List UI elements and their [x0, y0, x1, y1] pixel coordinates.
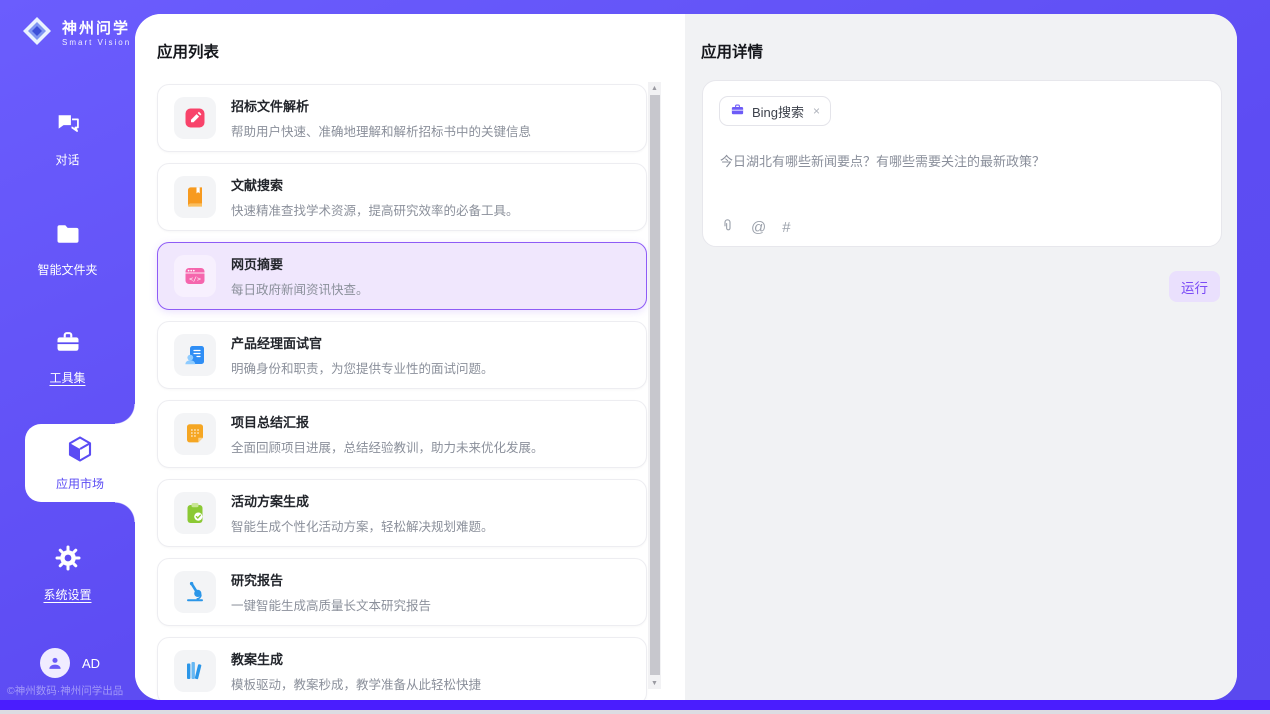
app-description: 每日政府新闻资讯快查。	[231, 279, 369, 298]
tool-chip-label: Bing搜索	[752, 102, 804, 121]
app-description: 智能生成个性化活动方案，轻松解决规划难题。	[231, 516, 494, 535]
briefcase-icon	[730, 102, 745, 120]
folder-icon	[53, 220, 83, 253]
app-card[interactable]: 项目总结汇报 全面回顾项目进展，总结经验教训，助力未来优化发展。	[157, 400, 647, 468]
app-name: 文献搜索	[231, 175, 519, 194]
brand-logo: 神州问学 Smart Vision	[20, 14, 131, 53]
query-text[interactable]: 今日湖北有哪些新闻要点？有哪些需要关注的最新政策？	[720, 151, 1206, 170]
tool-chip[interactable]: Bing搜索 ×	[719, 96, 831, 126]
sidebar-item-app-market[interactable]: 应用市场	[25, 424, 135, 502]
book-icon	[174, 176, 216, 218]
app-card[interactable]: 研究报告 一键智能生成高质量长文本研究报告	[157, 558, 647, 626]
app-description: 快速精准查找学术资源，提高研究效率的必备工具。	[231, 200, 519, 219]
composer-card[interactable]: Bing搜索 × 今日湖北有哪些新闻要点？有哪些需要关注的最新政策？ @ #	[702, 80, 1222, 247]
run-button[interactable]: 运行	[1169, 271, 1220, 302]
sidebar-item-label: 智能文件夹	[37, 261, 97, 278]
hash-icon[interactable]: #	[782, 220, 790, 235]
app-card[interactable]: 教案生成 模板驱动，教案秒成，教学准备从此轻松快捷	[157, 637, 647, 700]
scroll-up-icon[interactable]: ▲	[648, 82, 661, 94]
copyright-text: ©神州数码·神州问学出品	[7, 683, 135, 698]
scrollbar-thumb[interactable]	[650, 95, 660, 675]
user-name: AD	[82, 656, 100, 671]
svg-text:</>: </>	[189, 275, 201, 283]
chat-icon	[53, 110, 83, 143]
app-list-panel: 应用列表 招标文件解析 帮助用户快速、准确地理解和解析招标书中的关键信息	[135, 14, 685, 700]
sidebar-item-label: 系统设置	[43, 586, 91, 603]
microscope-icon	[174, 571, 216, 613]
app-description: 模板驱动，教案秒成，教学准备从此轻松快捷	[231, 674, 481, 693]
app-description: 明确身份和职责，为您提供专业性的面试问题。	[231, 358, 494, 377]
note-icon	[174, 413, 216, 455]
sidebar-item-smart-folder[interactable]: 智能文件夹	[0, 220, 135, 278]
bottom-accent-bar	[0, 700, 1270, 710]
sidebar-item-toolset[interactable]: 工具集	[0, 328, 135, 386]
app-detail-panel: 应用详情 Bing搜索 × 今日湖北有哪些新闻要点？有哪些需要关注的最新政策？	[685, 14, 1237, 700]
avatar	[40, 648, 70, 678]
user-row[interactable]: AD	[40, 648, 100, 678]
app-description: 帮助用户快速、准确地理解和解析招标书中的关键信息	[231, 121, 531, 140]
app-list-title: 应用列表	[157, 40, 219, 62]
app-name: 教案生成	[231, 649, 481, 668]
app-name: 活动方案生成	[231, 491, 494, 510]
brand-name: 神州问学	[62, 20, 131, 37]
app-description: 一键智能生成高质量长文本研究报告	[231, 595, 431, 614]
sidebar-item-label: 应用市场	[56, 475, 104, 492]
scrollbar[interactable]: ▲ ▼	[648, 82, 661, 689]
sidebar-item-label: 工具集	[49, 369, 85, 386]
gear-icon	[53, 543, 83, 578]
sidebar-item-settings[interactable]: 系统设置	[0, 543, 135, 603]
app-window: 神州问学 Smart Vision 对话 智能文件夹	[0, 0, 1270, 714]
app-card-list: 招标文件解析 帮助用户快速、准确地理解和解析招标书中的关键信息 文献搜索	[157, 84, 647, 700]
chip-close-icon[interactable]: ×	[813, 104, 820, 118]
toolbox-icon	[53, 328, 83, 361]
app-detail-title: 应用详情	[701, 40, 763, 62]
app-card-selected[interactable]: </> 网页摘要 每日政府新闻资讯快查。	[157, 242, 647, 310]
gem-logo-icon	[20, 14, 54, 53]
app-description: 全面回顾项目进展，总结经验教训，助力未来优化发展。	[231, 437, 544, 456]
content-shell: 应用列表 招标文件解析 帮助用户快速、准确地理解和解析招标书中的关键信息	[135, 14, 1237, 700]
paperclip-icon[interactable]	[720, 217, 735, 237]
app-card[interactable]: 活动方案生成 智能生成个性化活动方案，轻松解决规划难题。	[157, 479, 647, 547]
at-icon[interactable]: @	[751, 220, 766, 235]
books-icon	[174, 650, 216, 692]
app-card[interactable]: 产品经理面试官 明确身份和职责，为您提供专业性的面试问题。	[157, 321, 647, 389]
clipboard-check-icon	[174, 492, 216, 534]
sidebar-item-label: 对话	[55, 151, 79, 168]
sidebar: 神州问学 Smart Vision 对话 智能文件夹	[0, 0, 135, 700]
sidebar-item-chat[interactable]: 对话	[0, 110, 135, 168]
app-card[interactable]: 招标文件解析 帮助用户快速、准确地理解和解析招标书中的关键信息	[157, 84, 647, 152]
brand-subtitle: Smart Vision	[62, 38, 131, 47]
app-name: 网页摘要	[231, 254, 369, 273]
interviewer-icon	[174, 334, 216, 376]
app-name: 项目总结汇报	[231, 412, 544, 431]
browser-code-icon: </>	[174, 255, 216, 297]
pen-icon	[174, 97, 216, 139]
cube-icon	[65, 434, 95, 469]
composer-toolbar: @ #	[720, 217, 791, 237]
app-name: 产品经理面试官	[231, 333, 494, 352]
app-name: 招标文件解析	[231, 96, 531, 115]
bottom-edge	[0, 710, 1270, 714]
app-card[interactable]: 文献搜索 快速精准查找学术资源，提高研究效率的必备工具。	[157, 163, 647, 231]
app-name: 研究报告	[231, 570, 431, 589]
scroll-down-icon[interactable]: ▼	[648, 677, 661, 689]
